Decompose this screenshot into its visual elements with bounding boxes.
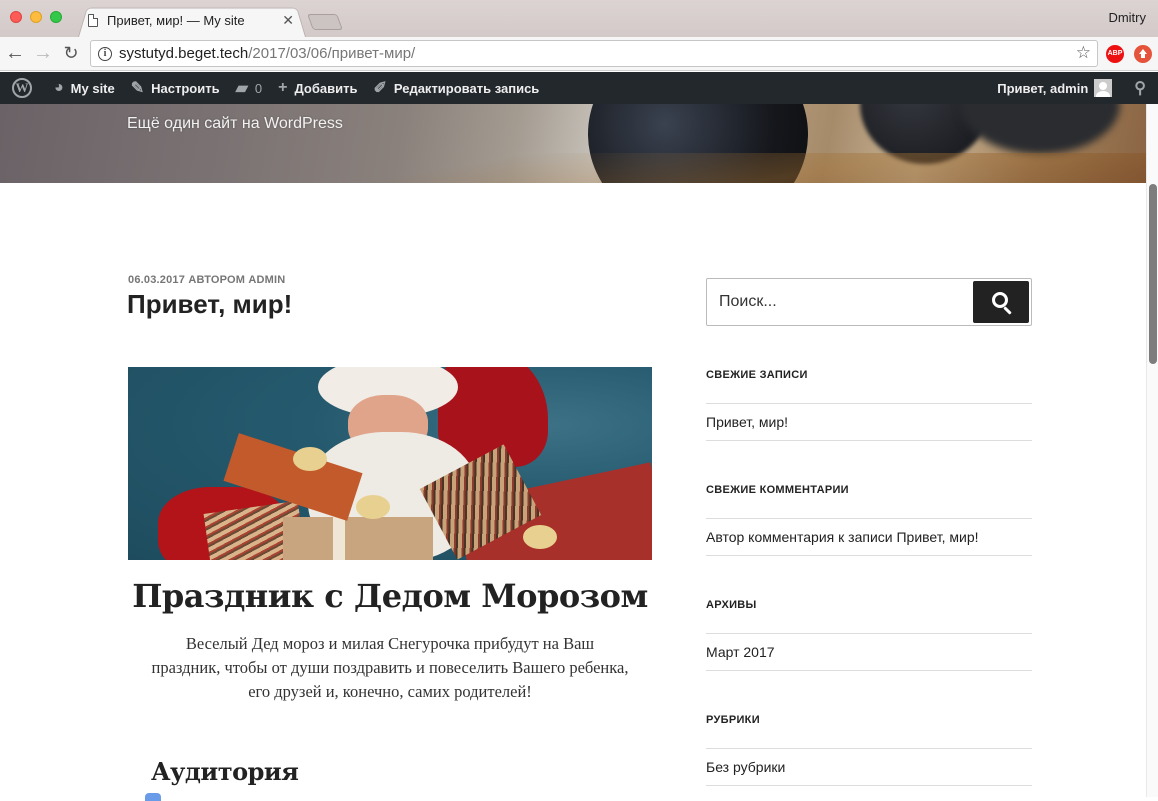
- scrollbar-thumb[interactable]: [1149, 184, 1157, 364]
- comment-bubble-icon: ▰: [235, 80, 248, 97]
- admin-search-icon[interactable]: ⚲: [1120, 78, 1158, 98]
- image-detail: [356, 495, 390, 519]
- widget-title-recent-posts: СВЕЖИЕ ЗАПИСИ: [706, 369, 808, 381]
- sidebar-search-form: [706, 278, 1032, 326]
- tab-title: Привет, мир! — My site: [107, 12, 245, 28]
- widget-title-categories: РУБРИКИ: [706, 714, 760, 726]
- widget-title-recent-comments: СВЕЖИЕ КОММЕНТАРИИ: [706, 484, 849, 496]
- comments-link[interactable]: ▰ 0: [228, 72, 271, 104]
- close-window-button[interactable]: [10, 11, 22, 23]
- close-tab-icon[interactable]: ✕: [282, 12, 294, 29]
- greeting-label: Привет, admin: [997, 80, 1089, 96]
- adblock-extension-icon[interactable]: ABP: [1106, 45, 1124, 63]
- promo-title: Праздник с Дедом Морозом: [132, 577, 648, 615]
- edit-post-link[interactable]: ✐ Редактировать запись: [365, 72, 547, 104]
- wp-admin-bar: W ◕ My site ✎ Настроить ▰ 0 + Добавить ✐…: [0, 72, 1158, 104]
- forward-arrow-icon[interactable]: →: [32, 43, 54, 65]
- widget-title-archives: АРХИВЫ: [706, 599, 757, 611]
- info-icon[interactable]: i: [98, 46, 112, 61]
- paintbrush-icon: ✎: [130, 80, 145, 97]
- customize-link[interactable]: ✎ Настроить: [123, 72, 228, 104]
- site-name-label: My site: [70, 80, 115, 96]
- plus-icon: +: [278, 79, 288, 96]
- back-arrow-icon[interactable]: ←: [4, 43, 26, 65]
- partial-icon: [145, 793, 161, 801]
- edit-post-label: Редактировать запись: [393, 80, 540, 96]
- bookmark-star-icon[interactable]: ☆: [1076, 43, 1091, 63]
- search-icon-handle: [1003, 306, 1012, 315]
- image-detail: [283, 517, 433, 560]
- upload-extension-icon[interactable]: [1134, 45, 1152, 63]
- search-input[interactable]: [708, 280, 970, 324]
- address-bar[interactable]: i systutyd.beget.tech/2017/03/06/привет-…: [90, 40, 1098, 67]
- header-decor: [0, 153, 1146, 183]
- widget-link-recent-post[interactable]: Привет, мир!: [706, 403, 1032, 441]
- site-description: Ещё один сайт на WordPress: [127, 115, 343, 132]
- widget-link-recent-comment[interactable]: Автор комментария к записи Привет, мир!: [706, 518, 1032, 556]
- new-tab-button[interactable]: [307, 14, 343, 30]
- maximize-window-button[interactable]: [50, 11, 62, 23]
- post-meta: 06.03.2017 АВТОРОМ admin: [128, 274, 285, 286]
- customize-label: Настроить: [151, 80, 220, 96]
- account-menu[interactable]: Привет, admin: [989, 72, 1120, 104]
- comments-count: 0: [254, 80, 263, 96]
- santa-claus-image: [128, 367, 652, 560]
- section-title: Аудитория: [151, 757, 299, 786]
- url-path: /2017/03/06/привет-мир/: [248, 45, 416, 62]
- add-new-label: Добавить: [294, 80, 358, 96]
- active-tab-content[interactable]: Привет, мир! — My site ✕: [88, 9, 298, 31]
- url-host: systutyd.beget.tech: [119, 45, 249, 62]
- wp-logo-menu[interactable]: W: [0, 72, 46, 104]
- image-detail: [523, 525, 557, 549]
- widget-link-category[interactable]: Без рубрики: [706, 748, 1032, 786]
- post-title: Привет, мир!: [127, 289, 293, 319]
- promo-text: Веселый Дед мороз и милая Снегурочка при…: [151, 634, 629, 701]
- post-author[interactable]: admin: [248, 274, 285, 286]
- browser-toolbar: ← → ↻ i systutyd.beget.tech/2017/03/06/п…: [0, 37, 1158, 71]
- site-name-menu[interactable]: ◕ My site: [46, 72, 123, 104]
- page-scrollbar[interactable]: [1146, 104, 1158, 797]
- profile-name[interactable]: Dmitry: [1108, 10, 1146, 25]
- search-button[interactable]: [973, 281, 1029, 323]
- pencil-icon: ✐: [373, 80, 387, 97]
- widget-link-archive[interactable]: Март 2017: [706, 633, 1032, 671]
- avatar: [1094, 79, 1113, 97]
- wordpress-logo-icon: W: [12, 78, 32, 98]
- post-date[interactable]: 06.03.2017: [128, 274, 185, 286]
- browser-tab-bar: Привет, мир! — My site ✕ Dmitry: [0, 0, 1158, 38]
- by-label: АВТОРОМ: [188, 274, 246, 286]
- image-detail: [293, 447, 327, 471]
- site-header-image: Ещё один сайт на WordPress: [0, 104, 1146, 183]
- dashboard-icon: ◕: [54, 79, 64, 96]
- header-decor: [960, 104, 1120, 154]
- reload-icon[interactable]: ↻: [60, 43, 82, 65]
- page-icon: [88, 13, 98, 27]
- add-new-menu[interactable]: + Добавить: [270, 72, 365, 104]
- minimize-window-button[interactable]: [30, 11, 42, 23]
